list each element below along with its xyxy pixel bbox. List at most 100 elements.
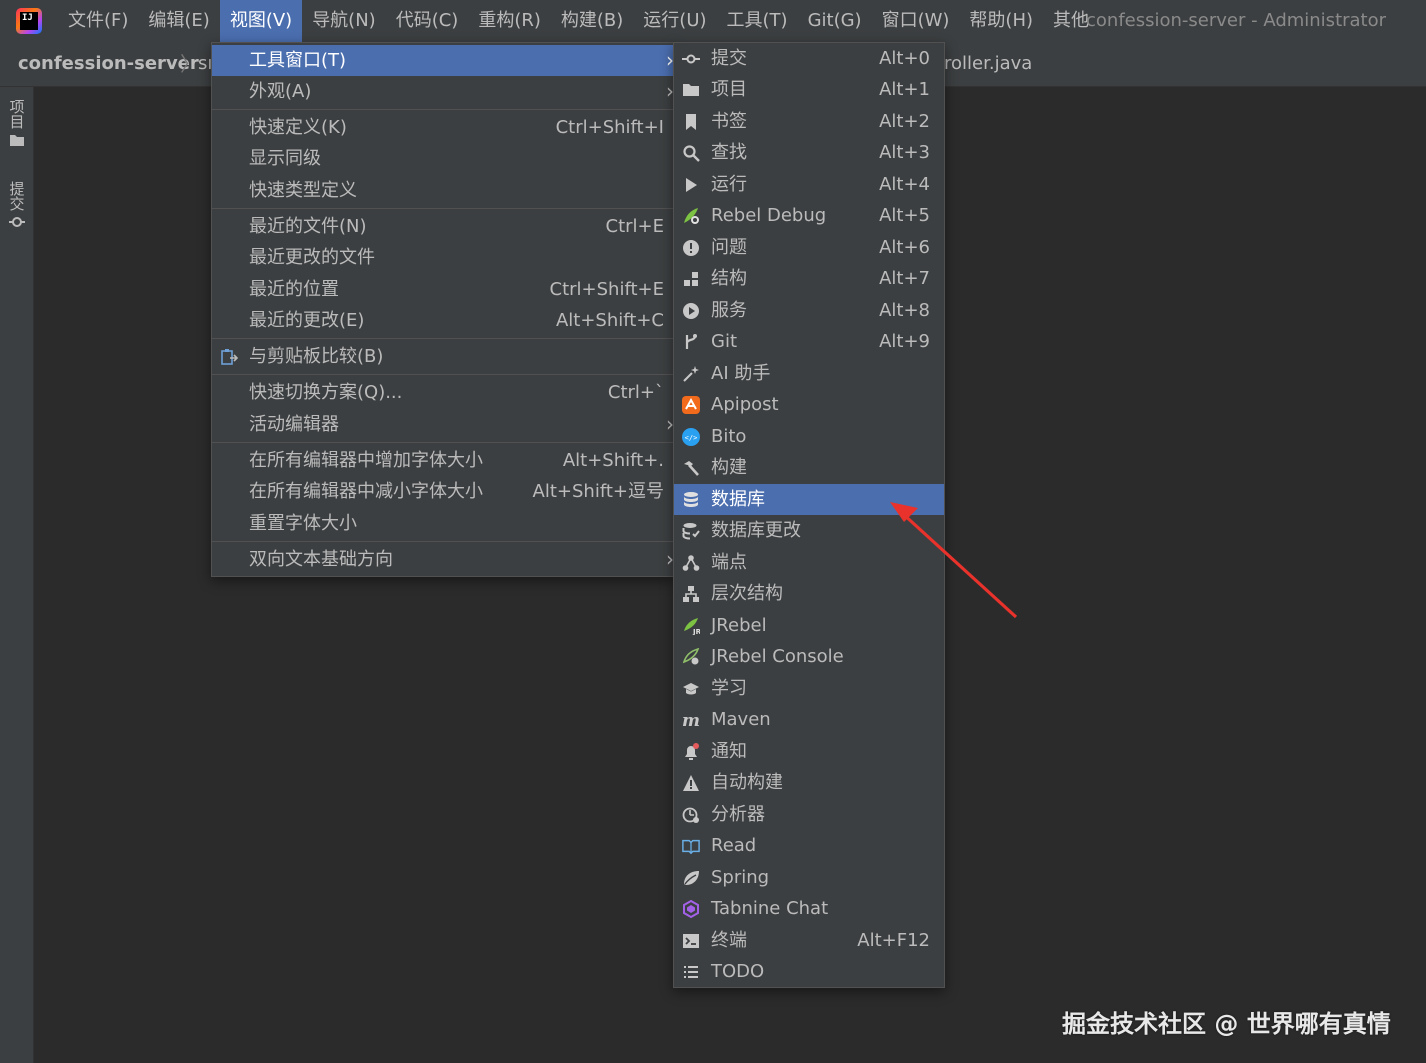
tool-item-project[interactable]: 项目 Alt+1 <box>674 74 944 105</box>
menu-git[interactable]: Git(G) <box>798 0 872 42</box>
view-menu-item-quick-definition[interactable]: 快速定义(K) Ctrl+Shift+I <box>212 112 674 143</box>
tool-item-terminal[interactable]: 终端 Alt+F12 <box>674 925 944 956</box>
view-menu-item-increase-font[interactable]: 在所有编辑器中增加字体大小 Alt+Shift+. <box>212 445 674 476</box>
stripe-project-button[interactable]: 项目 <box>4 99 30 147</box>
menu-item-label: 服务 <box>711 300 747 321</box>
stripe-commit-button[interactable]: 提交 <box>4 181 30 229</box>
tool-item-notifications[interactable]: 通知 <box>674 736 944 767</box>
view-menu-item-active-editor[interactable]: 活动编辑器 › <box>212 409 674 440</box>
breadcrumb-separator-icon: 〉 <box>180 52 200 76</box>
menu-item-label: AI 助手 <box>711 363 771 384</box>
view-menu-item-recent-files[interactable]: 最近的文件(N) Ctrl+E <box>212 211 674 242</box>
folder-icon <box>10 135 24 146</box>
tool-item-auto-build[interactable]: 自动构建 <box>674 767 944 798</box>
tool-item-read[interactable]: Read <box>674 830 944 861</box>
tool-item-bookmarks[interactable]: 书签 Alt+2 <box>674 106 944 137</box>
menu-item-shortcut: Alt+6 <box>879 237 930 258</box>
tool-item-maven[interactable]: m Maven <box>674 704 944 735</box>
menu-refactor[interactable]: 重构(R) <box>468 0 551 42</box>
menu-item-label: 在所有编辑器中增加字体大小 <box>249 450 483 471</box>
hierarchy-icon <box>683 586 699 602</box>
menu-help[interactable]: 帮助(H) <box>959 0 1043 42</box>
menu-item-shortcut: Alt+4 <box>879 174 930 195</box>
menu-item-label: 活动编辑器 <box>249 414 339 435</box>
tool-item-find[interactable]: 查找 Alt+3 <box>674 137 944 168</box>
menu-item-label: TODO <box>711 961 765 982</box>
menu-item-shortcut: Alt+0 <box>879 48 930 69</box>
menu-item-label: 与剪贴板比较(B) <box>249 346 384 367</box>
view-menu-item-bidi-direction[interactable]: 双向文本基础方向 › <box>212 544 674 575</box>
menu-build[interactable]: 构建(B) <box>551 0 633 42</box>
maven-icon: m <box>682 711 700 729</box>
view-menu-item-decrease-font[interactable]: 在所有编辑器中减小字体大小 Alt+Shift+逗号 <box>212 476 674 507</box>
commit-icon <box>682 54 700 64</box>
menu-item-label: 终端 <box>711 930 747 951</box>
view-menu-item-tool-windows[interactable]: 工具窗口(T) › <box>212 45 674 76</box>
compare-clipboard-icon <box>221 349 238 365</box>
view-menu-item-quick-switch-scheme[interactable]: 快速切换方案(Q)... Ctrl+` <box>212 377 674 408</box>
menu-item-label: JRebel <box>711 615 767 636</box>
tool-item-jrebel-console[interactable]: JRebel Console <box>674 641 944 672</box>
menu-code[interactable]: 代码(C) <box>386 0 469 42</box>
git-branch-icon <box>685 334 697 349</box>
tool-item-build[interactable]: 构建 <box>674 452 944 483</box>
tool-item-problems[interactable]: 问题 Alt+6 <box>674 232 944 263</box>
tool-item-services[interactable]: 服务 Alt+8 <box>674 295 944 326</box>
menu-item-label: Git <box>711 331 738 352</box>
menu-file[interactable]: 文件(F) <box>58 0 138 42</box>
tool-item-apipost[interactable]: Apipost <box>674 389 944 420</box>
tool-item-ai-assistant[interactable]: AI 助手 <box>674 358 944 389</box>
tool-item-rebel-debug[interactable]: Rebel Debug Alt+5 <box>674 200 944 231</box>
tool-item-todo[interactable]: TODO <box>674 956 944 987</box>
view-menu-item-quick-type-definition[interactable]: 快速类型定义 <box>212 175 674 206</box>
tool-item-structure[interactable]: 结构 Alt+7 <box>674 263 944 294</box>
annotation-arrow <box>890 502 1018 619</box>
tool-item-spring[interactable]: Spring <box>674 862 944 893</box>
menu-item-shortcut: Ctrl+Shift+I <box>555 117 664 138</box>
tool-item-learn[interactable]: 学习 <box>674 673 944 704</box>
view-menu-item-appearance[interactable]: 外观(A) › <box>212 76 674 107</box>
menu-item-shortcut: Alt+Shift+. <box>562 450 664 471</box>
window-title: confession-server - Administrator <box>1086 10 1387 31</box>
menu-run[interactable]: 运行(U) <box>633 0 716 42</box>
view-menu-item-recently-changed-files[interactable]: 最近更改的文件 <box>212 242 674 273</box>
menu-tools[interactable]: 工具(T) <box>717 0 798 42</box>
menu-separator <box>212 541 674 542</box>
menu-item-label: 最近更改的文件 <box>249 247 375 268</box>
menu-item-shortcut: Ctrl+Shift+E <box>549 279 664 300</box>
menu-window[interactable]: 窗口(W) <box>872 0 960 42</box>
problems-icon <box>683 240 699 256</box>
intellij-logo-icon[interactable]: IJ <box>16 8 42 34</box>
menu-item-shortcut: Ctrl+` <box>607 382 664 403</box>
menu-item-label: 快速类型定义 <box>249 180 357 201</box>
view-menu-item-compare-clipboard[interactable]: 与剪贴板比较(B) <box>212 341 674 372</box>
menu-edit[interactable]: 编辑(E) <box>138 0 219 42</box>
jrebel-console-icon <box>682 648 700 665</box>
breadcrumb-project[interactable]: confession-server <box>18 42 199 86</box>
view-menu-dropdown: 工具窗口(T) › 外观(A) › 快速定义(K) Ctrl+Shift+I 显… <box>211 42 675 577</box>
tool-item-bito[interactable]: </> Bito <box>674 421 944 452</box>
svg-text:JR: JR <box>692 628 700 635</box>
tool-item-tabnine-chat[interactable]: Tabnine Chat <box>674 893 944 924</box>
view-menu-item-recent-changes[interactable]: 最近的更改(E) Alt+Shift+C <box>212 305 674 336</box>
menu-item-label: 运行 <box>711 174 747 195</box>
menu-item-label: 最近的位置 <box>249 279 339 300</box>
view-menu-item-show-siblings[interactable]: 显示同级 <box>212 143 674 174</box>
editor-tab-label[interactable]: roller.java <box>944 42 1032 86</box>
menu-view[interactable]: 视图(V) <box>219 0 303 42</box>
view-menu-item-recent-locations[interactable]: 最近的位置 Ctrl+Shift+E <box>212 274 674 305</box>
todo-list-icon <box>684 966 698 978</box>
tool-item-profiler[interactable]: 分析器 <box>674 799 944 830</box>
menu-item-label: 学习 <box>711 678 747 699</box>
menu-item-shortcut: Alt+Shift+逗号 <box>532 481 664 502</box>
menu-item-shortcut: Ctrl+E <box>605 216 664 237</box>
book-icon <box>682 839 700 855</box>
view-menu-item-reset-font[interactable]: 重置字体大小 <box>212 508 674 539</box>
tool-item-git[interactable]: Git Alt+9 <box>674 326 944 357</box>
menu-separator <box>212 442 674 443</box>
tool-item-commit[interactable]: 提交 Alt+0 <box>674 43 944 74</box>
notification-bell-icon <box>685 743 699 760</box>
tool-item-run[interactable]: 运行 Alt+4 <box>674 169 944 200</box>
svg-text:m: m <box>682 711 700 729</box>
menu-navigate[interactable]: 导航(N) <box>302 0 386 42</box>
